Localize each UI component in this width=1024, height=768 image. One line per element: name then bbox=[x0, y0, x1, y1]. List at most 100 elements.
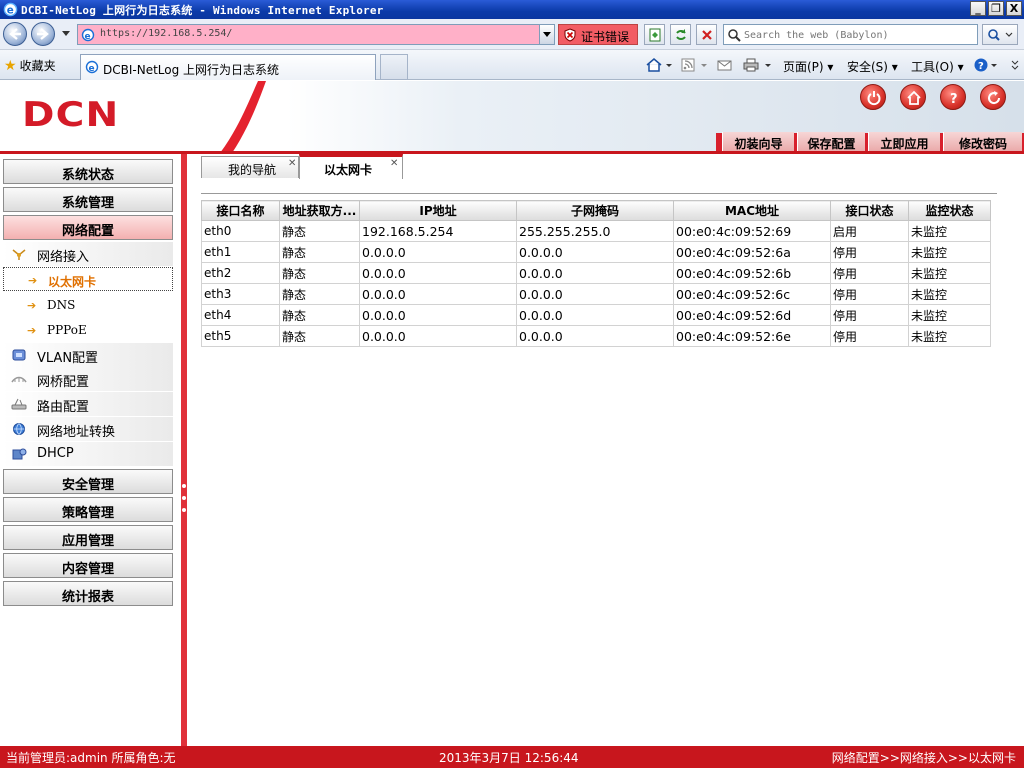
table-row[interactable]: eth1 静态 0.0.0.0 0.0.0.0 00:e0:4c:09:52:6… bbox=[201, 241, 991, 263]
nav-network-config[interactable]: 网络配置 bbox=[3, 215, 173, 240]
url-text[interactable]: https://192.168.5.254/ bbox=[100, 28, 232, 39]
help-icon[interactable]: ? bbox=[972, 57, 990, 73]
compatibility-view-button[interactable] bbox=[644, 24, 665, 45]
safety-menu[interactable]: 安全(S) ▾ bbox=[847, 58, 898, 75]
cell-ip-address: 0.0.0.0 bbox=[359, 325, 517, 347]
home-dropdown-icon[interactable] bbox=[665, 57, 673, 73]
home-round-button[interactable] bbox=[900, 84, 926, 110]
cell-address-mode: 静态 bbox=[279, 304, 360, 326]
print-dropdown-icon[interactable] bbox=[764, 57, 772, 73]
forward-button[interactable] bbox=[31, 22, 55, 46]
nav-routing[interactable]: 路由配置 bbox=[3, 392, 173, 416]
column-header-subnet-mask[interactable]: 子网掩码 bbox=[516, 200, 674, 221]
router-icon bbox=[11, 398, 27, 410]
stop-button[interactable] bbox=[696, 24, 717, 45]
nav-content-management[interactable]: 内容管理 bbox=[3, 553, 173, 578]
column-header-ip-address[interactable]: IP地址 bbox=[359, 200, 517, 221]
address-bar[interactable]: e https://192.168.5.254/ bbox=[77, 24, 555, 45]
favorites-button[interactable]: ★ 收藏夹 bbox=[4, 57, 56, 74]
nav-vlan[interactable]: VLAN配置 bbox=[3, 343, 173, 367]
cell-interface-status: 停用 bbox=[830, 262, 909, 284]
reload-icon bbox=[988, 91, 1001, 105]
nav-policy-management[interactable]: 策略管理 bbox=[3, 497, 173, 522]
nav-dns-label: DNS bbox=[47, 298, 76, 312]
nav-statistics-reports[interactable]: 统计报表 bbox=[3, 581, 173, 606]
power-icon bbox=[867, 91, 881, 106]
change-password-button[interactable]: 修改密码 bbox=[943, 132, 1022, 153]
cell-monitor-status: 未监控 bbox=[908, 262, 991, 284]
nav-nat-label: 网络地址转换 bbox=[37, 425, 116, 440]
search-box[interactable] bbox=[723, 24, 978, 45]
rss-dropdown-icon[interactable] bbox=[700, 57, 708, 73]
nav-ethernet[interactable]: ➔ 以太网卡 bbox=[3, 267, 173, 291]
table-row[interactable]: eth5 静态 0.0.0.0 0.0.0.0 00:e0:4c:09:52:6… bbox=[201, 325, 991, 347]
certificate-error-button[interactable]: 证书错误 bbox=[558, 24, 638, 45]
print-icon[interactable] bbox=[742, 57, 760, 73]
nav-system-status[interactable]: 系统状态 bbox=[3, 159, 173, 184]
cell-address-mode: 静态 bbox=[279, 262, 360, 284]
nav-security-management[interactable]: 安全管理 bbox=[3, 469, 173, 494]
cell-interface-name: eth5 bbox=[201, 325, 280, 347]
column-header-address-mode[interactable]: 地址获取方... bbox=[279, 200, 360, 221]
nav-system-management[interactable]: 系统管理 bbox=[3, 187, 173, 212]
cell-address-mode: 静态 bbox=[279, 220, 360, 242]
nav-dhcp[interactable]: DHCP bbox=[3, 442, 173, 466]
tab-ethernet[interactable]: 以太网卡 ✕ bbox=[299, 154, 403, 179]
cell-mac-address: 00:e0:4c:09:52:6e bbox=[673, 325, 831, 347]
search-go-button[interactable] bbox=[982, 24, 1018, 45]
close-tab-icon[interactable]: ✕ bbox=[390, 158, 398, 169]
toolbar-overflow-icon[interactable] bbox=[1010, 57, 1020, 73]
mail-icon[interactable] bbox=[716, 57, 734, 73]
column-header-interface-status[interactable]: 接口状态 bbox=[830, 200, 909, 221]
column-header-monitor-status[interactable]: 监控状态 bbox=[908, 200, 991, 221]
save-config-button[interactable]: 保存配置 bbox=[797, 132, 865, 153]
nav-network-access[interactable]: 网络接入 bbox=[3, 242, 173, 266]
close-tab-icon[interactable]: ✕ bbox=[288, 158, 296, 169]
nav-pppoe-label: PPPoE bbox=[47, 323, 87, 337]
help-dropdown-icon[interactable] bbox=[990, 57, 998, 73]
refresh-round-button[interactable] bbox=[980, 84, 1006, 110]
maximize-button[interactable]: ❐ bbox=[988, 1, 1004, 16]
nav-application-management[interactable]: 应用管理 bbox=[3, 525, 173, 550]
column-header-interface-name[interactable]: 接口名称 bbox=[201, 200, 280, 221]
internet-explorer-icon: e bbox=[3, 2, 18, 17]
cell-mac-address: 00:e0:4c:09:52:6d bbox=[673, 304, 831, 326]
browser-tab-active[interactable]: e DCBI-NetLog 上网行为日志系统 bbox=[80, 54, 376, 80]
nav-pppoe[interactable]: ➔ PPPoE bbox=[3, 318, 173, 342]
history-dropdown-icon[interactable] bbox=[62, 31, 70, 36]
logout-round-button[interactable] bbox=[860, 84, 886, 110]
browser-tab-title: DCBI-NetLog 上网行为日志系统 bbox=[103, 63, 280, 77]
splitter-grip bbox=[182, 484, 186, 488]
page-menu[interactable]: 页面(P) ▾ bbox=[783, 58, 833, 75]
table-row[interactable]: eth0 静态 192.168.5.254 255.255.255.0 00:e… bbox=[201, 220, 991, 242]
close-window-button[interactable]: X bbox=[1006, 1, 1022, 16]
app-header: DCN ? 初装向导 保存配置 立即应用 修改密码 bbox=[0, 81, 1024, 153]
cell-interface-name: eth3 bbox=[201, 283, 280, 305]
nav-routing-label: 路由配置 bbox=[37, 400, 90, 415]
refresh-button[interactable] bbox=[670, 24, 691, 45]
apply-now-button[interactable]: 立即应用 bbox=[868, 132, 940, 153]
cell-mac-address: 00:e0:4c:09:52:6c bbox=[673, 283, 831, 305]
nav-dhcp-label: DHCP bbox=[37, 446, 74, 461]
nav-dns[interactable]: ➔ DNS bbox=[3, 293, 173, 317]
nav-nat[interactable]: 网络地址转换 bbox=[3, 417, 173, 441]
back-button[interactable] bbox=[3, 22, 27, 46]
address-dropdown-button[interactable] bbox=[539, 25, 554, 44]
certificate-error-label: 证书错误 bbox=[581, 30, 630, 44]
table-row[interactable]: eth3 静态 0.0.0.0 0.0.0.0 00:e0:4c:09:52:6… bbox=[201, 283, 991, 305]
column-header-mac-address[interactable]: MAC地址 bbox=[673, 200, 831, 221]
nav-bridge[interactable]: 网桥配置 bbox=[3, 367, 173, 391]
house-icon bbox=[907, 90, 921, 105]
table-row[interactable]: eth2 静态 0.0.0.0 0.0.0.0 00:e0:4c:09:52:6… bbox=[201, 262, 991, 284]
home-icon[interactable] bbox=[645, 57, 663, 73]
new-tab-button[interactable] bbox=[380, 54, 408, 80]
setup-wizard-button[interactable]: 初装向导 bbox=[722, 132, 794, 153]
rss-feed-icon[interactable] bbox=[680, 57, 698, 73]
tools-menu[interactable]: 工具(O) ▾ bbox=[911, 58, 964, 75]
table-row[interactable]: eth4 静态 0.0.0.0 0.0.0.0 00:e0:4c:09:52:6… bbox=[201, 304, 991, 326]
tab-my-navigation[interactable]: 我的导航 ✕ bbox=[201, 156, 299, 178]
search-input[interactable] bbox=[744, 27, 974, 43]
minimize-button[interactable]: _ bbox=[970, 1, 986, 16]
help-round-button[interactable]: ? bbox=[940, 84, 966, 110]
cell-ip-address: 0.0.0.0 bbox=[359, 262, 517, 284]
